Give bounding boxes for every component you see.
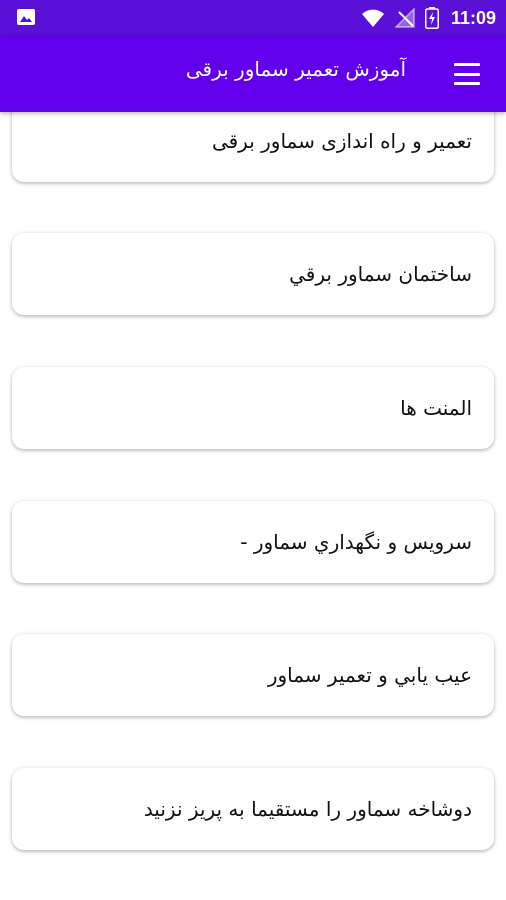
wifi-icon [361,9,384,27]
status-icons: 11:09 [361,6,496,30]
list-item[interactable]: عيب يابي و تعمير سماور [12,634,494,716]
battery-charging-icon [424,7,439,29]
list-item[interactable]: دوشاخه سماور را مستقیما به پریز نزنید [12,768,494,850]
no-signal-icon [394,8,415,28]
list-item-label: ساختمان سماور برقي [289,262,472,286]
app-bar: آموزش تعمیر سماور برقی [0,35,506,112]
status-time: 11:09 [450,7,496,28]
list-item[interactable]: المنت ها [12,367,494,449]
list-item-label: سرويس و نگهداري سماور - [240,530,472,554]
list-item-label: عيب يابي و تعمير سماور [267,663,472,687]
list-item[interactable]: ساختمان سماور برقي [12,233,494,315]
status-bar: 11:09 [0,0,506,35]
list-item-label: المنت ها [400,396,472,420]
topic-list[interactable]: تعمیر و راه اندازی سماور برقی ساختمان سم… [0,112,506,900]
image-notification-icon [17,9,35,25]
hamburger-menu-icon[interactable] [452,63,482,85]
list-item[interactable]: تعمیر و راه اندازی سماور برقی [12,112,494,182]
list-item[interactable]: سرويس و نگهداري سماور - [12,501,494,583]
list-item-label: تعمیر و راه اندازی سماور برقی [211,129,472,153]
list-item-label: دوشاخه سماور را مستقیما به پریز نزنید [143,797,472,821]
app-title: آموزش تعمیر سماور برقی [185,57,406,81]
